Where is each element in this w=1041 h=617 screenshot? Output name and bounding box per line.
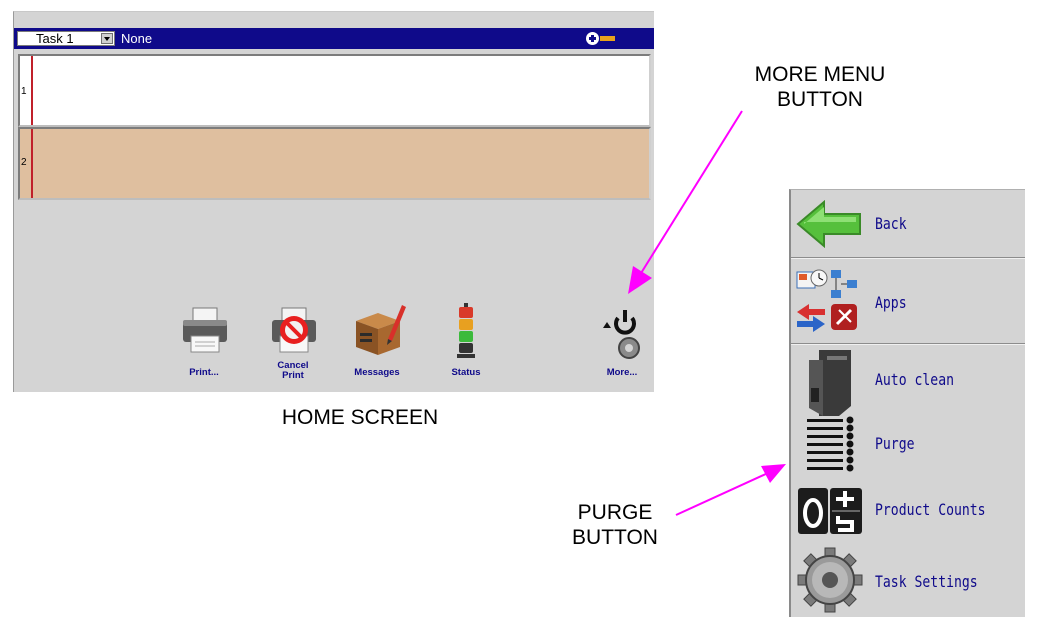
apps-icon	[796, 269, 857, 332]
menu-item-label: Auto clean	[875, 370, 954, 389]
printhead-icon	[809, 350, 851, 416]
menu-item-task-settings[interactable]: Task Settings	[791, 544, 1025, 616]
more-menu-arrow	[637, 110, 743, 279]
menu-divider	[791, 257, 1025, 259]
menu-item-label: Apps	[875, 293, 907, 312]
counter-icon	[798, 488, 862, 534]
menu-item-apps[interactable]: Apps	[791, 260, 1025, 340]
menu-divider	[791, 343, 1025, 345]
menu-item-back[interactable]: Back	[791, 190, 1025, 255]
more-menu: Back Apps Auto clean Purge Product Count…	[789, 189, 1025, 617]
back-arrow-icon	[796, 200, 861, 248]
menu-item-label: Product Counts	[875, 500, 986, 519]
menu-item-label: Back	[875, 214, 907, 233]
menu-item-auto-clean[interactable]: Auto clean	[791, 346, 1025, 416]
menu-item-purge[interactable]: Purge	[791, 412, 1025, 478]
gear-icon	[797, 547, 863, 613]
purge-icon	[807, 416, 854, 472]
more-menu-arrowhead	[628, 266, 652, 294]
menu-item-label: Purge	[875, 434, 915, 453]
purge-arrow	[675, 472, 769, 516]
menu-item-product-counts[interactable]: Product Counts	[791, 478, 1025, 544]
menu-item-label: Task Settings	[875, 572, 978, 591]
